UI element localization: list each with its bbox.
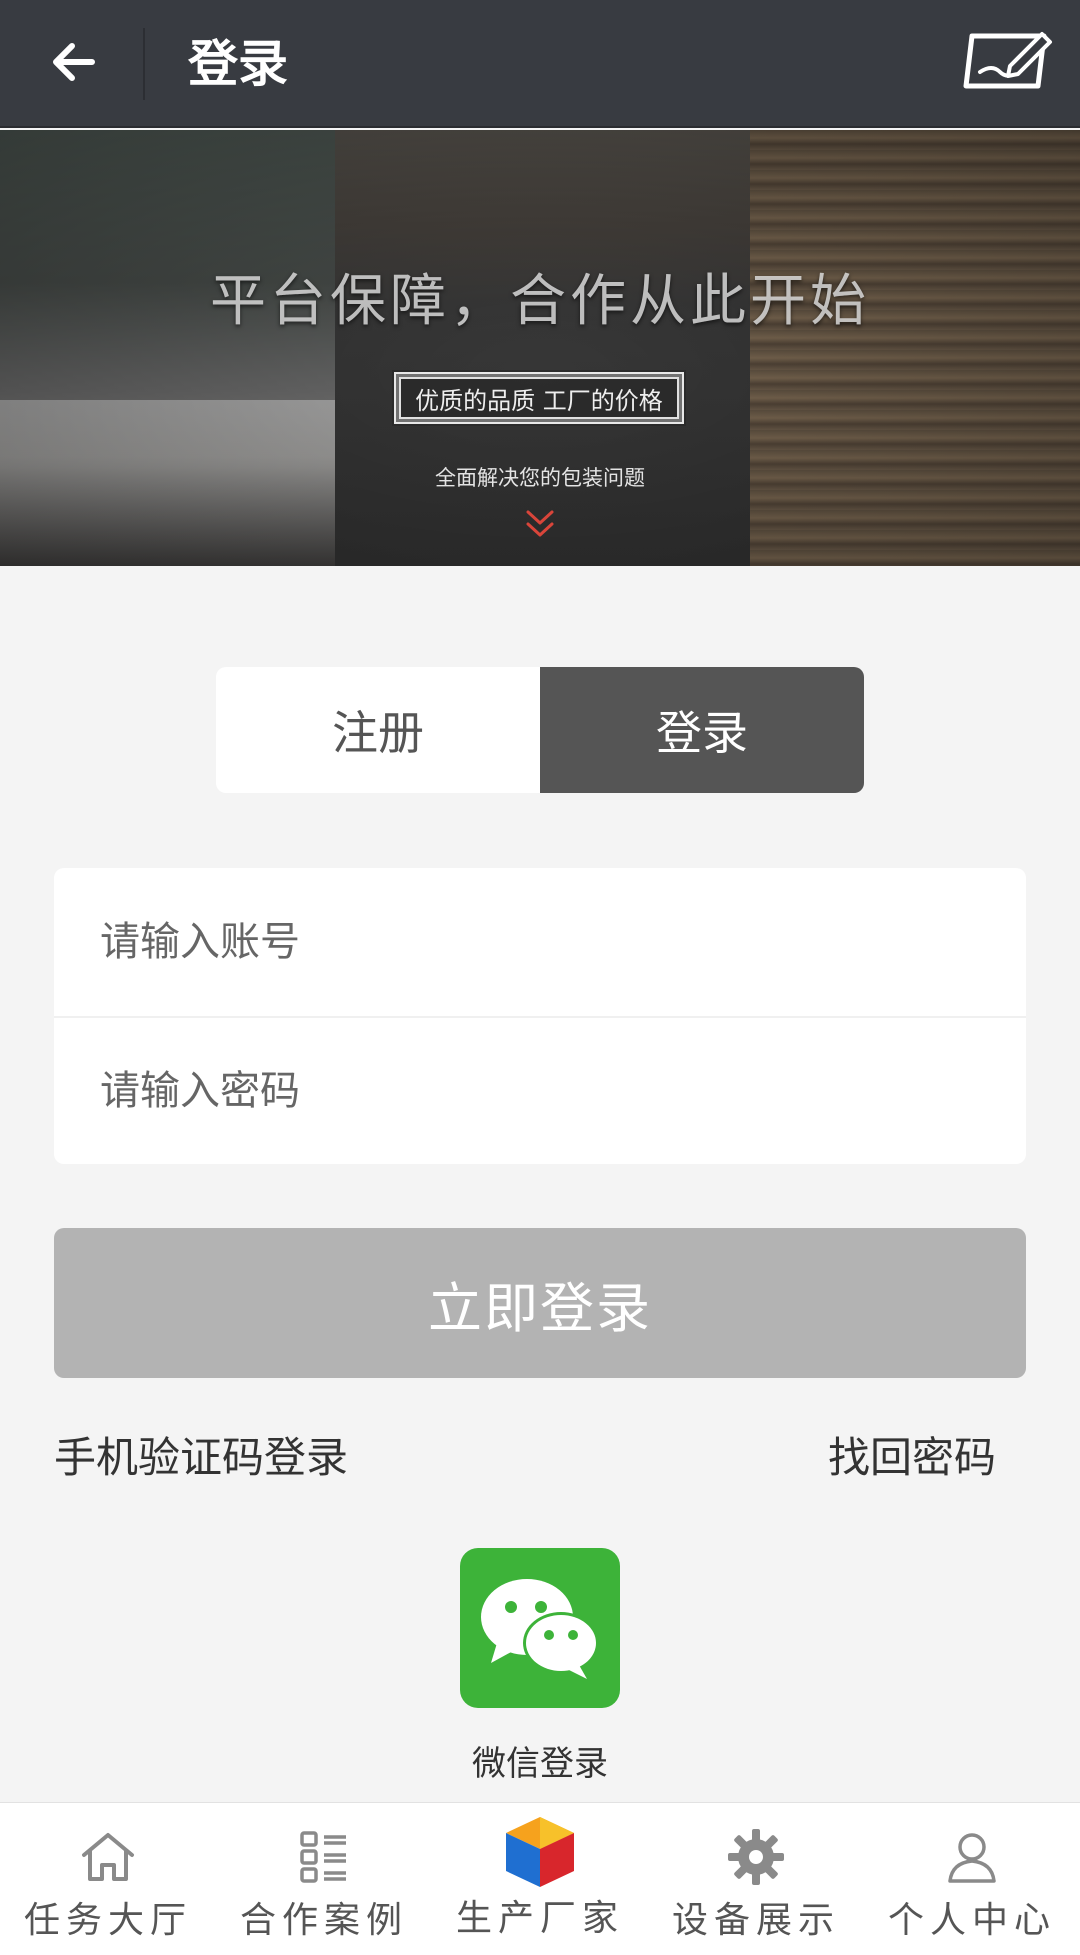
nav-item-task-hall[interactable]: 任务大厅 bbox=[0, 1803, 216, 1955]
edit-note-icon bbox=[963, 32, 1052, 89]
top-bar: 登录 bbox=[0, 0, 1080, 128]
banner-tag: 优质的品质 工厂的价格 bbox=[392, 370, 686, 426]
banner-subtitle: 全面解决您的包装问题 bbox=[435, 466, 645, 490]
nav-item-equipment[interactable]: 设备展示 bbox=[648, 1803, 864, 1955]
cube-icon bbox=[506, 1817, 574, 1887]
user-icon bbox=[948, 1833, 996, 1883]
nav-label: 个人中心 bbox=[887, 1900, 1056, 1941]
home-icon bbox=[82, 1833, 134, 1881]
login-submit-button[interactable]: 立即登录 bbox=[54, 1228, 1026, 1378]
nav-item-cases[interactable]: 合作案例 bbox=[216, 1803, 432, 1955]
nav-item-profile[interactable]: 个人中心 bbox=[864, 1803, 1080, 1955]
password-field-row bbox=[54, 1016, 1026, 1164]
sms-login-link[interactable]: 手机验证码登录 bbox=[54, 1424, 348, 1485]
forgot-password-link[interactable]: 找回密码 bbox=[828, 1424, 996, 1485]
back-arrow-icon bbox=[53, 43, 95, 81]
nav-label: 任务大厅 bbox=[23, 1900, 192, 1941]
wechat-login-button[interactable] bbox=[460, 1548, 620, 1708]
nav-label: 生产厂家 bbox=[455, 1898, 624, 1939]
banner-headline: 平台保障，合作从此开始 bbox=[210, 269, 870, 334]
back-button[interactable] bbox=[34, 22, 114, 102]
edit-button[interactable] bbox=[958, 28, 1054, 98]
password-input[interactable] bbox=[100, 1068, 1026, 1114]
nav-item-manufacturers[interactable]: 生产厂家 bbox=[432, 1803, 648, 1955]
chevron-down-icon bbox=[526, 510, 554, 537]
bottom-nav: 任务大厅 合作案例 生产厂家 设备展示 个人中心 bbox=[0, 1802, 1080, 1955]
login-page: 登录 平台保障，合作从此开始 优质的品质 工厂的价格 全面解决您的包装问题 注册… bbox=[0, 0, 1080, 1955]
tab-login[interactable]: 登录 bbox=[540, 667, 864, 793]
page-title: 登录 bbox=[188, 35, 288, 93]
wechat-login-label: 微信登录 bbox=[472, 1744, 608, 1784]
auth-tabs: 注册 登录 bbox=[216, 667, 864, 793]
account-input[interactable] bbox=[100, 919, 1026, 965]
nav-label: 合作案例 bbox=[239, 1900, 408, 1941]
gear-icon bbox=[728, 1829, 784, 1885]
wechat-icon bbox=[460, 1548, 620, 1708]
tab-register[interactable]: 注册 bbox=[216, 667, 540, 793]
header-divider bbox=[143, 28, 145, 100]
login-form bbox=[54, 868, 1026, 1164]
nav-label: 设备展示 bbox=[671, 1900, 840, 1941]
list-icon bbox=[300, 1831, 346, 1883]
hero-banner: 平台保障，合作从此开始 优质的品质 工厂的价格 全面解决您的包装问题 bbox=[0, 130, 1080, 566]
account-field-row bbox=[54, 868, 1026, 1016]
